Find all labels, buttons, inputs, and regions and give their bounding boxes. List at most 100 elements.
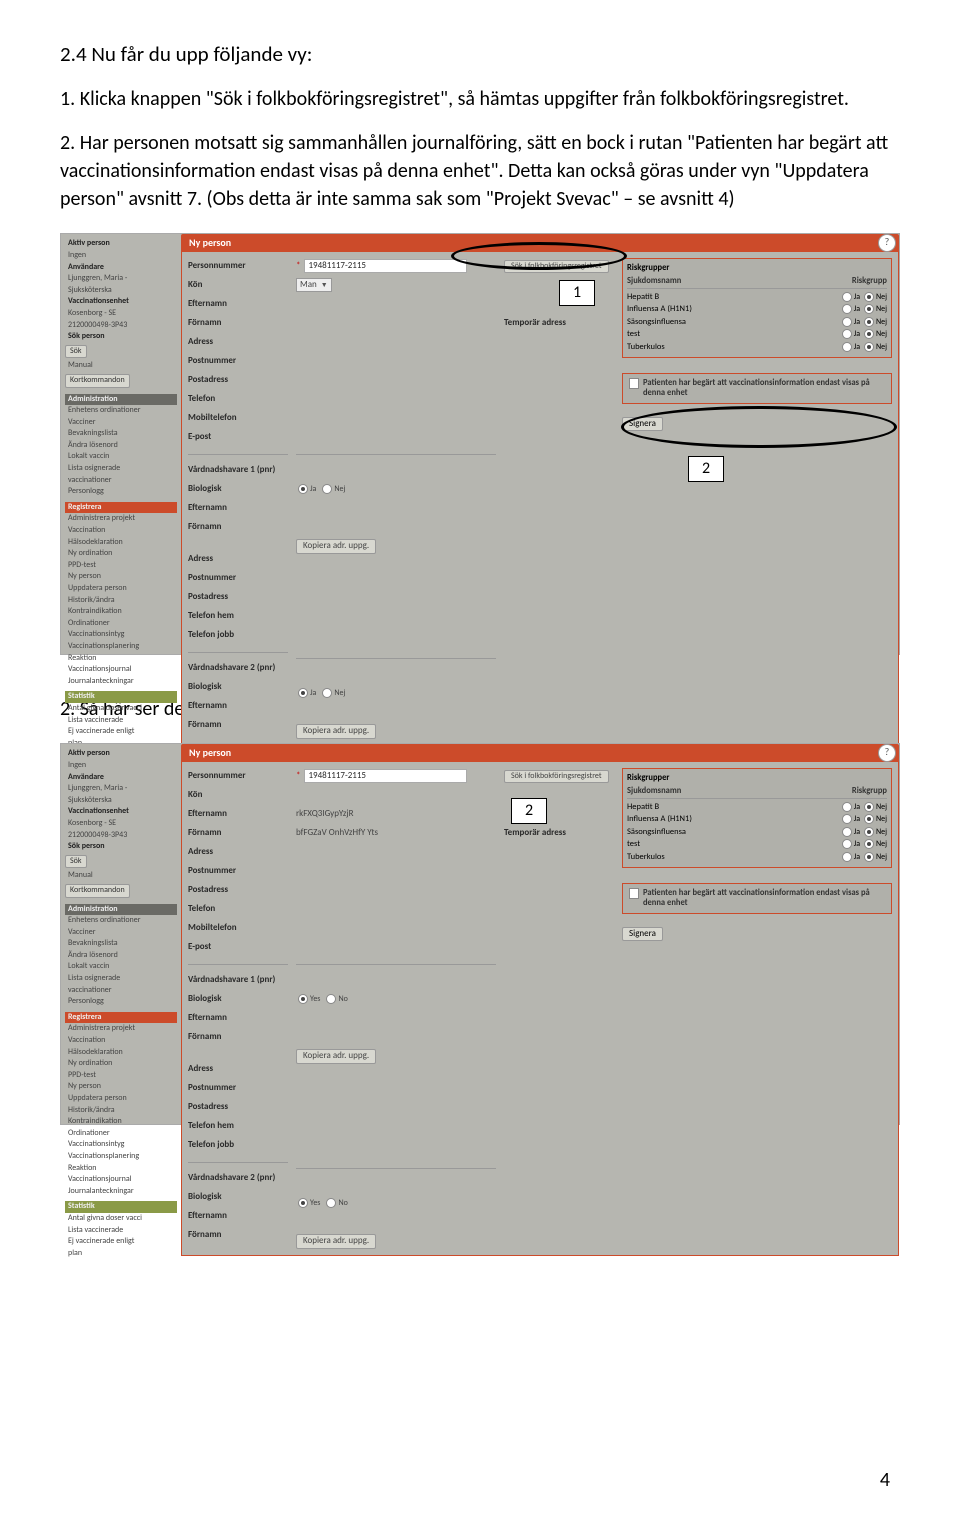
admin-item[interactable]: vaccinationer [65,475,177,487]
consent-checkbox-2[interactable] [629,888,639,899]
kopiera-btn[interactable]: Kopiera adr. uppg. [296,1049,376,1064]
reg-item[interactable]: Uppdatera person [65,583,177,595]
reg-item[interactable]: Ny person [65,571,177,583]
reg-item[interactable]: Ny ordination [65,548,177,560]
risk-nej[interactable] [864,852,874,862]
reg-item[interactable]: Vaccination [65,1035,177,1047]
reg-item[interactable]: Journalanteckningar [65,1186,177,1198]
sidebar-sok-btn[interactable]: Sök [65,345,87,359]
biologisk2-no[interactable] [326,1198,336,1208]
reg-item[interactable]: PPD-test [65,1070,177,1082]
stat-item[interactable]: Lista vaccinerade [65,1225,177,1237]
admin-item[interactable]: Lista osignerade [65,463,177,475]
reg-item[interactable]: Administrera projekt [65,1023,177,1035]
admin-item[interactable]: Lokalt vaccin [65,451,177,463]
stat-item[interactable]: Ej vaccinerade enligt [65,726,177,738]
biologisk2-nej[interactable] [322,688,332,698]
admin-item[interactable]: Personlogg [65,996,177,1008]
reg-item[interactable]: Historik/ändra [65,1105,177,1117]
admin-item[interactable]: Vacciner [65,417,177,429]
kopiera-btn[interactable]: Kopiera adr. uppg. [296,539,376,554]
reg-item[interactable]: Journalanteckningar [65,676,177,688]
stat-item[interactable]: Antal givna doser vacci [65,703,177,715]
sok-folkbok-btn[interactable]: Sök i folkbokföringsregistret [504,260,609,274]
reg-item[interactable]: Vaccinationsintyg [65,629,177,641]
admin-item[interactable]: Lista osignerade [65,973,177,985]
reg-item[interactable]: Vaccinationsplanering [65,1151,177,1163]
reg-item[interactable]: Vaccinationsjournal [65,664,177,676]
biologisk-nej[interactable] [322,484,332,494]
reg-item[interactable]: Ordinationer [65,1128,177,1140]
risk-ja[interactable] [842,304,852,314]
admin-item[interactable]: Vacciner [65,927,177,939]
admin-item[interactable]: Ändra lösenord [65,440,177,452]
admin-item[interactable]: Lokalt vaccin [65,961,177,973]
kopiera-btn-2[interactable]: Kopiera adr. uppg. [296,1234,376,1249]
sidebar-sok-btn[interactable]: Sök [65,855,87,869]
risk-ja[interactable] [842,342,852,352]
biologisk2-ja[interactable] [298,688,308,698]
risk-nej[interactable] [864,839,874,849]
risk-nej[interactable] [864,292,874,302]
kon-dropdown[interactable]: Man [296,278,332,292]
admin-item[interactable]: Bevakningslista [65,938,177,950]
reg-item[interactable]: Kontraindikation [65,606,177,618]
risk-ja[interactable] [842,292,852,302]
personnummer-input[interactable]: 19481117-2115 [304,259,467,273]
admin-item[interactable]: Enhetens ordinationer [65,915,177,927]
risk-nej[interactable] [864,342,874,352]
risk-ja[interactable] [842,317,852,327]
reg-item[interactable]: Reaktion [65,1163,177,1175]
risk-ja[interactable] [842,814,852,824]
risk-nej[interactable] [864,802,874,812]
reg-item[interactable]: PPD-test [65,560,177,572]
reg-item[interactable]: Historik/ändra [65,595,177,607]
reg-item[interactable]: Ny person [65,1081,177,1093]
biologisk2-yes[interactable] [298,1198,308,1208]
signera-btn[interactable]: Signera [622,417,663,432]
stat-item[interactable]: Antal givna doser vacci [65,1213,177,1225]
risk-ja[interactable] [842,839,852,849]
sidebar-manual[interactable]: Manual [65,870,177,882]
risk-ja[interactable] [842,852,852,862]
reg-item[interactable]: Reaktion [65,653,177,665]
stat-item[interactable]: Ej vaccinerade enligt [65,1236,177,1248]
risk-nej[interactable] [864,317,874,327]
personnummer-input[interactable]: 19481117-2115 [304,769,467,783]
sidebar-kortkommando[interactable]: Kortkommandon [65,884,130,898]
risk-nej[interactable] [864,304,874,314]
biologisk-ja[interactable] [298,484,308,494]
admin-item[interactable]: Enhetens ordinationer [65,405,177,417]
reg-item[interactable]: Vaccinationsintyg [65,1139,177,1151]
reg-item[interactable]: Hälsodeklaration [65,1047,177,1059]
sidebar-manual[interactable]: Manual [65,360,177,372]
biologisk-yes[interactable] [298,994,308,1004]
reg-item[interactable]: Ny ordination [65,1058,177,1070]
risk-ja[interactable] [842,802,852,812]
kopiera-btn-2[interactable]: Kopiera adr. uppg. [296,724,376,739]
risk-ja[interactable] [842,329,852,339]
reg-item[interactable]: Hälsodeklaration [65,537,177,549]
reg-item[interactable]: Kontraindikation [65,1116,177,1128]
sok-folkbok-btn-2[interactable]: Sök i folkbokföringsregistret [504,770,609,784]
risk-ja[interactable] [842,827,852,837]
admin-item[interactable]: Bevakningslista [65,428,177,440]
reg-item[interactable]: Vaccination [65,525,177,537]
admin-item[interactable]: Personlogg [65,486,177,498]
reg-item[interactable]: Ordinationer [65,618,177,630]
stat-item[interactable]: plan [65,1248,177,1260]
risk-nej[interactable] [864,814,874,824]
reg-item[interactable]: Vaccinationsplanering [65,641,177,653]
admin-item[interactable]: Ändra lösenord [65,950,177,962]
reg-item[interactable]: Administrera projekt [65,513,177,525]
sidebar-kortkommando[interactable]: Kortkommandon [65,374,130,388]
risk-nej[interactable] [864,329,874,339]
reg-item[interactable]: Uppdatera person [65,1093,177,1105]
stat-item[interactable]: Lista vaccinerade [65,715,177,727]
biologisk-no[interactable] [326,994,336,1004]
signera-btn-2[interactable]: Signera [622,927,663,942]
risk-nej[interactable] [864,827,874,837]
consent-checkbox[interactable] [629,378,639,389]
admin-item[interactable]: vaccinationer [65,985,177,997]
reg-item[interactable]: Vaccinationsjournal [65,1174,177,1186]
